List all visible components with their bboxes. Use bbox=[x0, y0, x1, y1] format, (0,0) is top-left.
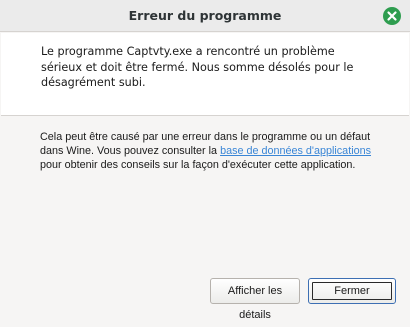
dialog-title: Erreur du programme bbox=[128, 8, 282, 23]
close-button-label: Fermer bbox=[334, 285, 370, 297]
close-icon bbox=[387, 11, 397, 21]
info-text-after-link: pour obtenir des conseils sur la façon d… bbox=[40, 159, 356, 171]
error-dialog: Erreur du programme Le programme Captvty… bbox=[0, 0, 410, 321]
close-window-button[interactable] bbox=[383, 7, 401, 25]
show-details-button[interactable]: Afficher les détails bbox=[210, 278, 300, 321]
close-button[interactable]: Fermer bbox=[308, 278, 396, 304]
app-database-link[interactable]: base de données d'applications bbox=[220, 145, 371, 157]
error-message: Le programme Captvty.exe a rencontré un … bbox=[41, 45, 354, 89]
title-bar: Erreur du programme bbox=[0, 0, 410, 32]
message-panel: Le programme Captvty.exe a rencontré un … bbox=[1, 33, 409, 116]
info-paragraph: Cela peut être causé par une erreur dans… bbox=[40, 130, 380, 172]
